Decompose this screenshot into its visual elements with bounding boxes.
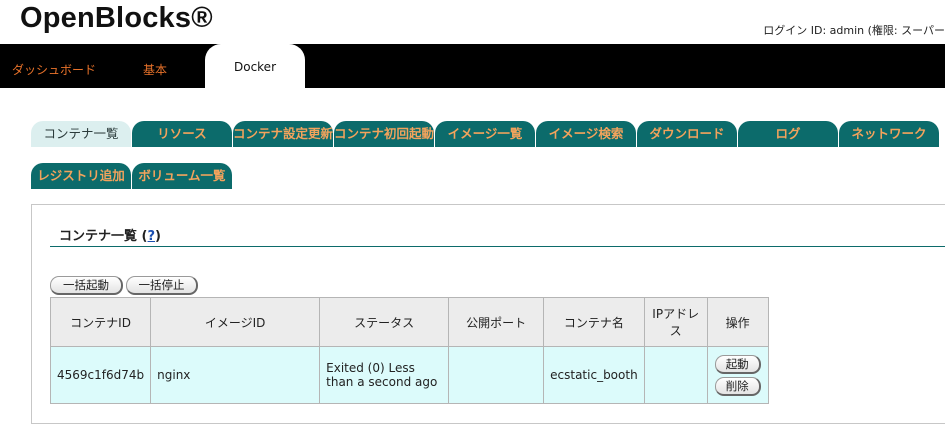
panel-title-text: コンテナ一覧 — [59, 229, 138, 244]
nav-dashboard[interactable]: ダッシュボード — [12, 61, 96, 78]
tab-download[interactable]: ダウンロード — [637, 121, 737, 147]
cell-image-id: nginx — [150, 346, 321, 404]
cell-status: Exited (0) Less than a second ago — [319, 346, 450, 404]
cell-ip-address — [643, 346, 708, 404]
col-public-port: 公開ポート — [448, 297, 545, 347]
container-list-panel: コンテナ一覧 (?) 一括起動 一括停止 コンテナID イメージID ステータス… — [31, 204, 945, 424]
tab-log[interactable]: ログ — [738, 121, 838, 147]
bulk-stop-button[interactable]: 一括停止 — [126, 276, 198, 295]
top-navigation: ダッシュボード 基本 Docker — [0, 44, 945, 88]
col-container-id: コンテナID — [49, 297, 152, 347]
tab-image-search[interactable]: イメージ検索 — [536, 121, 636, 147]
tab-resources[interactable]: リソース — [132, 121, 232, 147]
tab-container-first-start[interactable]: コンテナ初回起動 — [334, 121, 434, 147]
start-container-button[interactable]: 起動 — [714, 355, 761, 374]
table-row: 4569c1f6d74b nginx Exited (0) Less than … — [49, 346, 769, 404]
app-logo: OpenBlocks® — [20, 2, 213, 34]
container-table: コンテナID イメージID ステータス 公開ポート コンテナ名 IPアドレス 操… — [49, 297, 769, 404]
tab-volume-list[interactable]: ボリューム一覧 — [132, 163, 232, 189]
col-image-id: イメージID — [150, 297, 321, 347]
col-operations: 操作 — [706, 297, 769, 347]
help-link[interactable]: ? — [148, 229, 156, 244]
cell-container-name: ecstatic_booth — [543, 346, 645, 404]
cell-public-port — [448, 346, 545, 404]
nav-basic[interactable]: 基本 — [143, 61, 167, 78]
panel-title: コンテナ一覧 (?) — [50, 225, 945, 247]
col-status: ステータス — [319, 297, 450, 347]
tab-container-settings-update[interactable]: コンテナ設定更新 — [233, 121, 333, 147]
tab-network[interactable]: ネットワーク — [839, 121, 939, 147]
cell-operations: 起動 削除 — [706, 346, 769, 404]
login-info: ログイン ID: admin (権限: スーパー — [763, 24, 945, 37]
col-container-name: コンテナ名 — [543, 297, 645, 347]
col-ip-address: IPアドレス — [643, 297, 708, 347]
help-close-paren: ) — [155, 229, 161, 244]
tab-image-list[interactable]: イメージ一覧 — [435, 121, 535, 147]
tab-container-list[interactable]: コンテナ一覧 — [31, 121, 131, 147]
table-header-row: コンテナID イメージID ステータス 公開ポート コンテナ名 IPアドレス 操… — [49, 297, 769, 347]
cell-container-id: 4569c1f6d74b — [49, 346, 152, 404]
nav-docker[interactable]: Docker — [205, 44, 305, 88]
delete-container-button[interactable]: 削除 — [714, 377, 761, 396]
tab-registry-add[interactable]: レジストリ追加 — [31, 163, 131, 189]
bulk-start-button[interactable]: 一括起動 — [50, 276, 123, 295]
